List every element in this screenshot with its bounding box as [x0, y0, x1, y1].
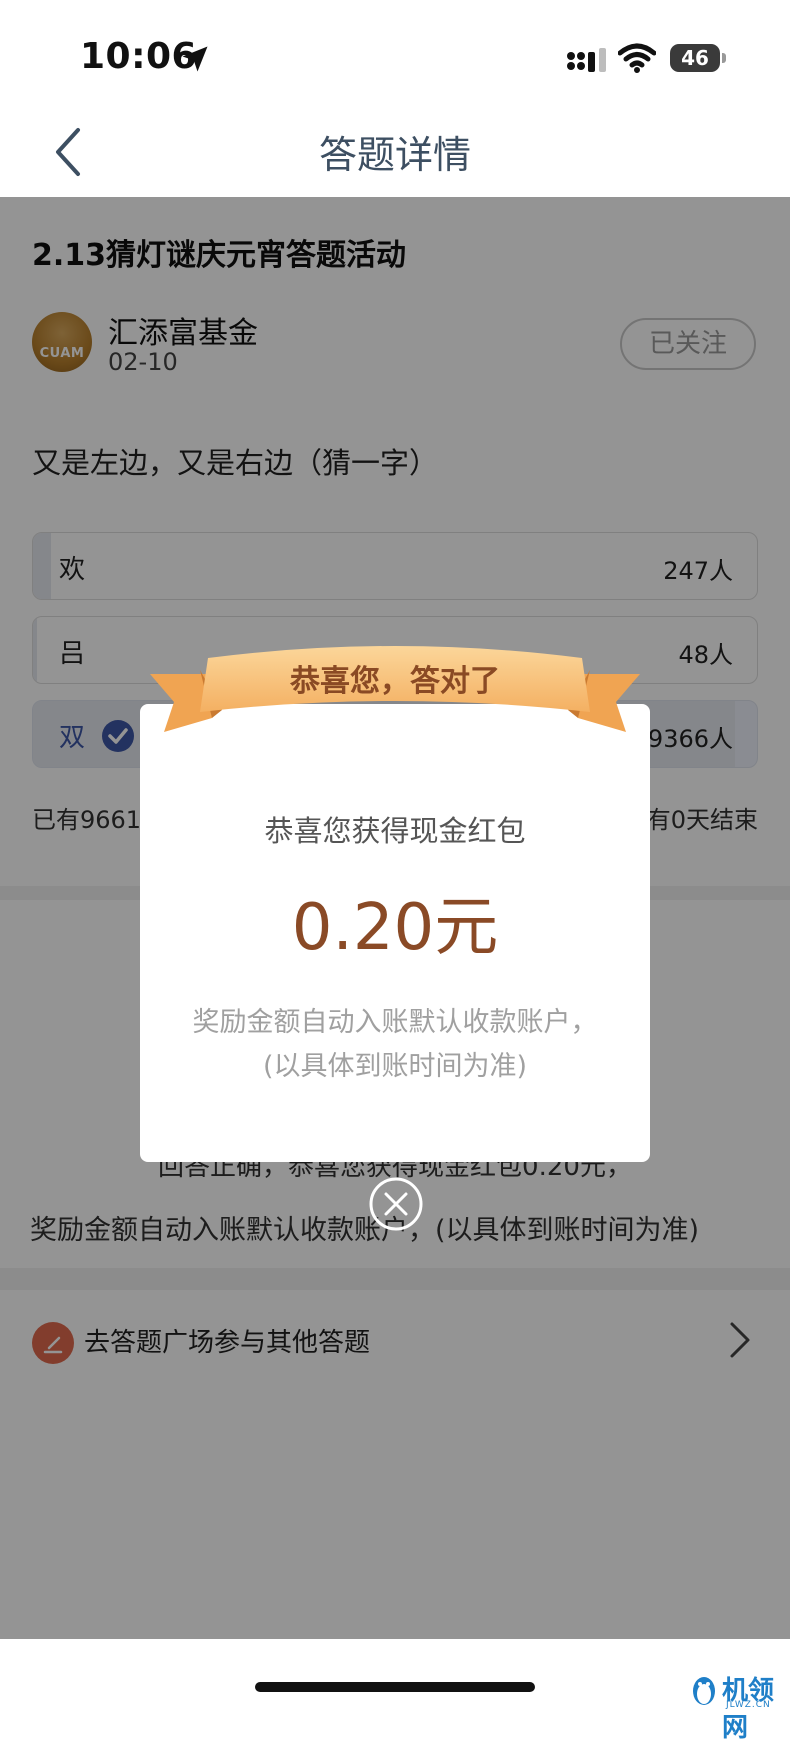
bottom-safe-area [0, 1639, 790, 1712]
wifi-icon [618, 43, 656, 73]
watermark-subtext: JLWZ.CN [726, 1700, 771, 1710]
modal-subtitle: 恭喜您获得现金红包 [264, 814, 526, 848]
battery-tip [722, 53, 726, 63]
reward-amount: 0.20元 [291, 891, 499, 965]
location-arrow-icon [182, 46, 208, 72]
modal-note: (以具体到账时间为准) [262, 1051, 528, 1082]
cellular-signal-icon [567, 48, 606, 72]
home-indicator[interactable] [255, 1682, 535, 1692]
penguin-logo-icon [693, 1677, 715, 1705]
battery-icon: 46 [670, 44, 720, 72]
page-title: 答题详情 [318, 133, 471, 177]
close-icon[interactable] [368, 1176, 424, 1232]
ribbon-title: 恭喜您，答对了 [290, 664, 500, 699]
modal-note: 奖励金额自动入账默认收款账户， [192, 1007, 598, 1038]
